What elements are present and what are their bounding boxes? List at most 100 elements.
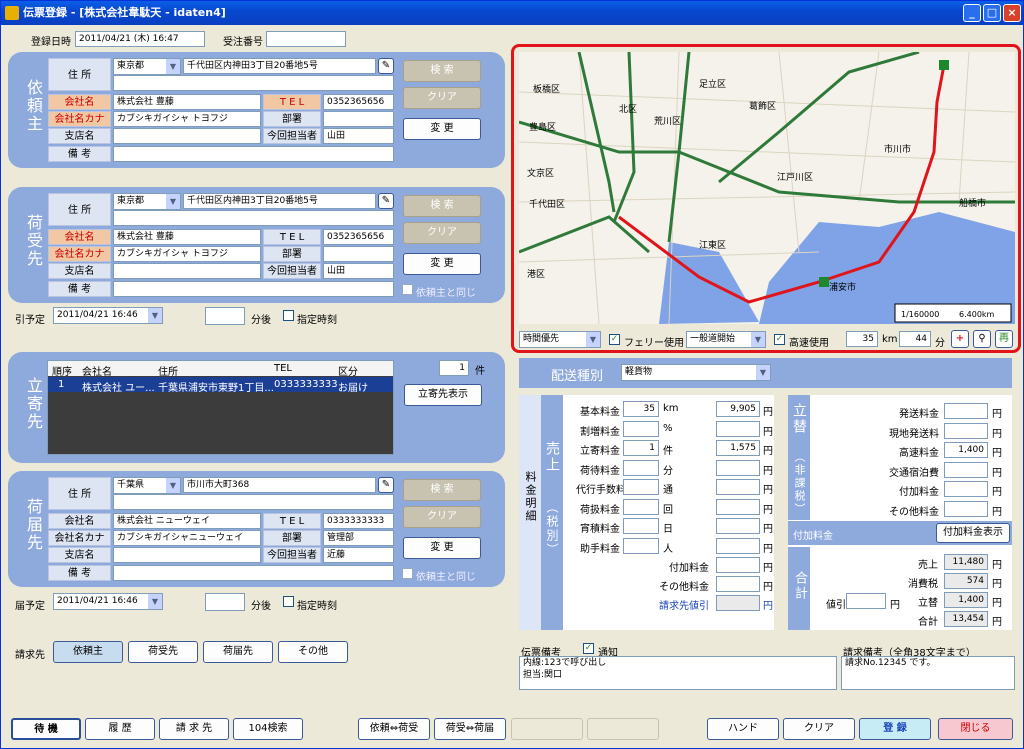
charge-amount-field[interactable]: 9,905 bbox=[716, 401, 760, 417]
route-map[interactable]: 板橋区 北区 足立区 葛飾区 豊島区 荒川区 市川市 文京区 江戸川区 船橋市 … bbox=[519, 52, 1015, 324]
pickup-date-select[interactable]: 2011/04/21 16:46 ▼ bbox=[53, 307, 163, 324]
niuke-change-button[interactable]: 変 更 bbox=[403, 253, 481, 275]
nitodoke-search-button[interactable]: 検 索 bbox=[403, 479, 481, 501]
irainushi-clear-button[interactable]: クリア bbox=[403, 87, 481, 109]
nitodoke-pref-select[interactable]: 千葉県 ▼ bbox=[113, 477, 181, 494]
charge-amount-field[interactable] bbox=[716, 518, 760, 534]
delivery-type-select[interactable]: 軽貨物 ▼ bbox=[621, 364, 771, 381]
niuke-same-checkbox[interactable] bbox=[402, 284, 413, 295]
clear-all-button[interactable]: クリア bbox=[783, 718, 855, 740]
irainushi-note-field[interactable] bbox=[113, 146, 394, 162]
niuke-dept-field[interactable] bbox=[323, 246, 394, 262]
ferry-checkbox[interactable]: ✓ bbox=[609, 334, 620, 345]
minimize-button[interactable]: _ bbox=[963, 4, 981, 22]
nitodoke-addr2-field[interactable] bbox=[113, 494, 394, 510]
niuke-addr-field[interactable]: 千代田区内神田3丁目20番地5号 bbox=[183, 193, 376, 209]
niuke-company-field[interactable]: 株式会社 豊藤 bbox=[113, 229, 261, 245]
delivery-fixed-checkbox[interactable] bbox=[283, 596, 294, 607]
niuke-tel-field[interactable]: 0352365656 bbox=[323, 229, 394, 245]
edit-addr-icon[interactable]: ✎ bbox=[378, 193, 394, 209]
niuke-person-field[interactable]: 山田 bbox=[323, 263, 394, 279]
table-row[interactable]: 1 株式会社 ユー... 千葉県浦安市東野1丁目... 0333333333 お… bbox=[48, 377, 393, 394]
directory-search-button[interactable]: 104検索 bbox=[233, 718, 303, 740]
register-button[interactable]: 登 録 bbox=[859, 718, 931, 740]
tatekae-amount-field[interactable]: 1,400 bbox=[944, 442, 988, 458]
stops-count-field[interactable]: 1 bbox=[439, 360, 469, 376]
irainushi-search-button[interactable]: 検 索 bbox=[403, 60, 481, 82]
tatekae-amount-field[interactable] bbox=[944, 461, 988, 478]
pickup-min-field[interactable] bbox=[205, 307, 245, 325]
charge-amount-field[interactable] bbox=[716, 479, 760, 495]
edit-addr-icon[interactable]: ✎ bbox=[378, 477, 394, 493]
charge-qty-field[interactable]: 1 bbox=[623, 440, 659, 456]
charge-qty-field[interactable] bbox=[623, 518, 659, 534]
history-button[interactable]: 履 歴 bbox=[85, 718, 155, 740]
maximize-button[interactable]: □ bbox=[983, 4, 1001, 22]
tatekae-amount-field[interactable] bbox=[944, 403, 988, 419]
charge-amount-field[interactable] bbox=[716, 459, 760, 476]
order-no-field[interactable] bbox=[266, 31, 346, 47]
charge-qty-field[interactable]: 35 bbox=[623, 401, 659, 417]
nitodoke-branch-field[interactable] bbox=[113, 547, 261, 563]
irainushi-tel-field[interactable]: 0352365656 bbox=[323, 94, 394, 110]
irainushi-addr2-field[interactable] bbox=[113, 75, 394, 91]
billing-button[interactable]: 請 求 先 bbox=[159, 718, 229, 740]
highway-checkbox[interactable]: ✓ bbox=[774, 334, 785, 345]
irainushi-person-field[interactable]: 山田 bbox=[323, 128, 394, 144]
nitodoke-change-button[interactable]: 変 更 bbox=[403, 537, 481, 559]
niuke-clear-button[interactable]: クリア bbox=[403, 222, 481, 244]
irainushi-addr-field[interactable]: 千代田区内神田3丁目20番地5号 bbox=[183, 58, 376, 74]
blank-button-2[interactable] bbox=[587, 718, 659, 740]
standby-button[interactable]: 待 機 bbox=[11, 718, 81, 740]
delivery-date-select[interactable]: 2011/04/21 16:46 ▼ bbox=[53, 593, 163, 610]
extra-charge-field[interactable] bbox=[716, 595, 760, 611]
hand-button[interactable]: ハンド bbox=[707, 718, 779, 740]
pickup-fixed-checkbox[interactable] bbox=[283, 310, 294, 321]
nitodoke-dept-field[interactable]: 管理部 bbox=[323, 530, 394, 546]
niuke-search-button[interactable]: 検 索 bbox=[403, 195, 481, 217]
charge-qty-field[interactable] bbox=[623, 498, 659, 515]
road-select[interactable]: 一般道開始 ▼ bbox=[686, 331, 766, 348]
bill-other-button[interactable]: その他 bbox=[278, 641, 348, 663]
charge-amount-field[interactable] bbox=[716, 537, 760, 554]
stops-show-button[interactable]: 立寄先表示 bbox=[404, 384, 482, 406]
irainushi-dept-field[interactable] bbox=[323, 111, 394, 127]
charge-qty-field[interactable] bbox=[623, 537, 659, 554]
nitodoke-addr-field[interactable]: 市川市大町368 bbox=[183, 477, 376, 493]
niuke-pref-select[interactable]: 東京都 ▼ bbox=[113, 193, 181, 210]
irainushi-company-field[interactable]: 株式会社 豊藤 bbox=[113, 94, 261, 110]
nitodoke-tel-field[interactable]: 0333333333 bbox=[323, 513, 394, 529]
charge-qty-field[interactable] bbox=[623, 459, 659, 476]
route-mode-select[interactable]: 時間優先 ▼ bbox=[519, 331, 601, 348]
niuke-addr2-field[interactable] bbox=[113, 210, 394, 226]
nitodoke-kana-field[interactable]: カブシキガイシャニューウェイ bbox=[113, 530, 261, 546]
tatekae-amount-field[interactable] bbox=[944, 481, 988, 497]
redo-route-button[interactable]: 再 bbox=[995, 330, 1013, 348]
niuke-branch-field[interactable] bbox=[113, 263, 261, 279]
req-memo-textarea[interactable]: 請求No.12345 です。 bbox=[841, 656, 1015, 690]
irainushi-kana-field[interactable]: カブシキガイシャ トヨフジ bbox=[113, 111, 261, 127]
close-window-button[interactable]: × bbox=[1003, 4, 1021, 22]
nitodoke-person-field[interactable]: 近藤 bbox=[323, 547, 394, 563]
bill-nitodoke-button[interactable]: 荷届先 bbox=[203, 641, 273, 663]
close-button[interactable]: 閉じる bbox=[938, 718, 1013, 740]
edit-addr-icon[interactable]: ✎ bbox=[378, 58, 394, 74]
charge-amount-field[interactable]: 1,575 bbox=[716, 440, 760, 456]
charge-qty-field[interactable] bbox=[623, 420, 659, 437]
bill-niuke-button[interactable]: 荷受先 bbox=[128, 641, 198, 663]
fuka-show-button[interactable]: 付加料金表示 bbox=[936, 523, 1010, 543]
charge-amount-field[interactable] bbox=[716, 498, 760, 515]
memo-textarea[interactable]: 内線:123で呼び出し 担当:関口 bbox=[519, 656, 837, 690]
zoom-in-icon[interactable]: + bbox=[951, 330, 969, 348]
irainushi-branch-field[interactable] bbox=[113, 128, 261, 144]
tatekae-amount-field[interactable] bbox=[944, 500, 988, 517]
irainushi-change-button[interactable]: 変 更 bbox=[403, 118, 481, 140]
search-icon[interactable]: ⚲ bbox=[973, 330, 991, 348]
tatekae-amount-field[interactable] bbox=[944, 422, 988, 439]
swap-niuke-nitodoke-button[interactable]: 荷受⇔荷届 bbox=[434, 718, 506, 740]
nitodoke-note-field[interactable] bbox=[113, 565, 394, 581]
extra-charge-field[interactable] bbox=[716, 557, 760, 573]
bill-irainushi-button[interactable]: 依頼主 bbox=[53, 641, 123, 663]
route-km-field[interactable]: 35 bbox=[846, 331, 878, 347]
discount-field[interactable] bbox=[846, 593, 886, 609]
